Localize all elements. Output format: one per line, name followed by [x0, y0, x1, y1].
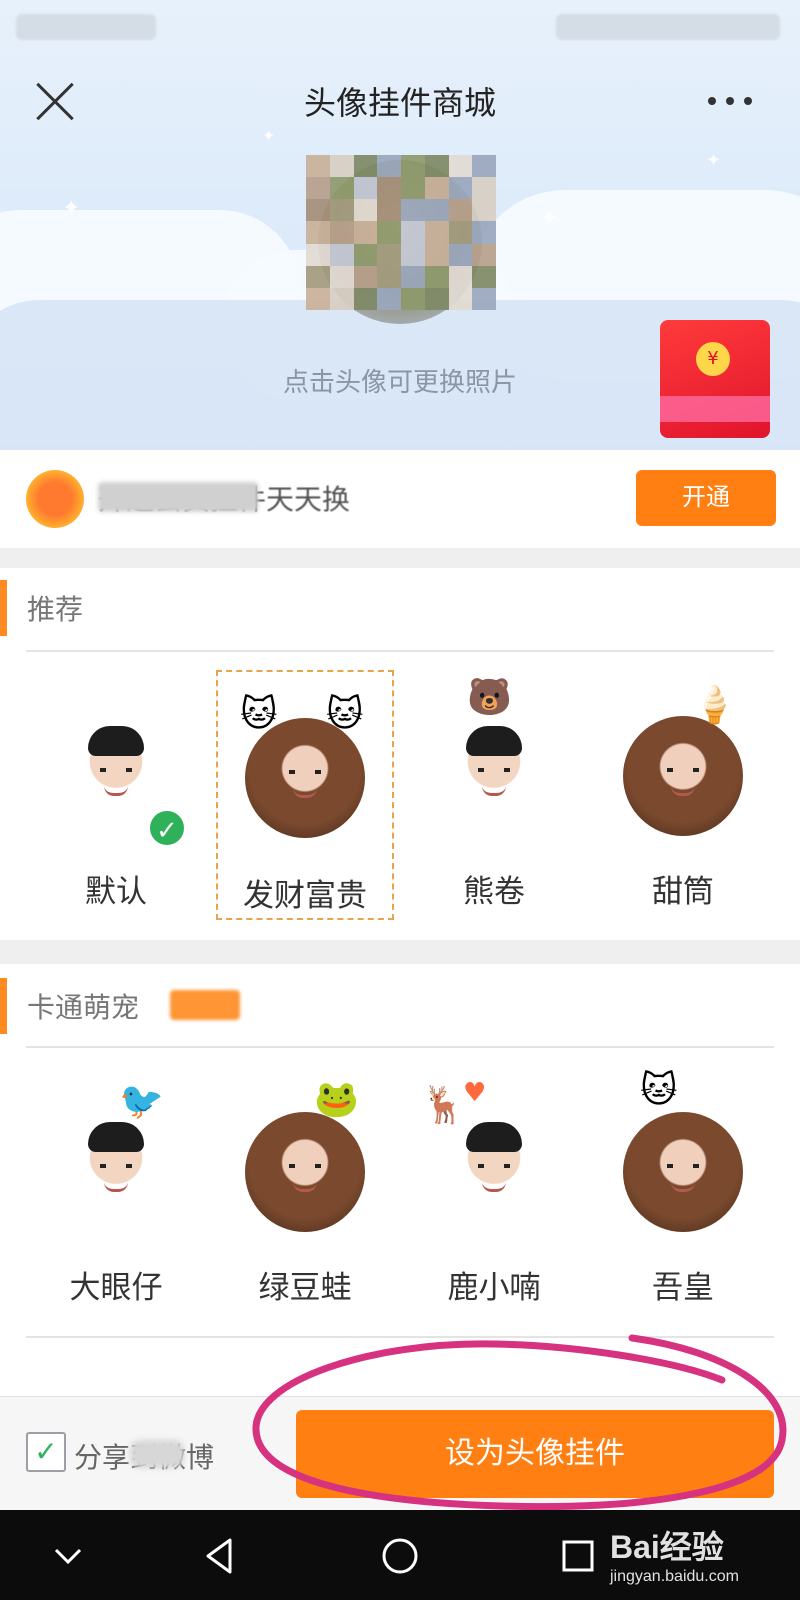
pendant-label: 绿豆蛙 [258, 1270, 352, 1306]
pendant-item[interactable]: 🍦 甜筒 [594, 668, 772, 918]
star-icon: ✦ [262, 126, 276, 145]
star-icon: ✦ [62, 196, 81, 221]
cat-pendant-icon: 🐱 [240, 694, 278, 735]
section-title: 推荐 [27, 593, 84, 626]
avatar [245, 1112, 365, 1232]
cat-pendant-icon: 🐱 [326, 694, 364, 735]
star-icon: ✦ [540, 206, 559, 231]
chevron-down-icon[interactable] [48, 1536, 88, 1576]
avatar [623, 1112, 743, 1232]
avatar [623, 716, 743, 836]
pendant-item[interactable]: 🐦 大眼仔 [27, 1064, 205, 1314]
section-title: 卡通萌宠 [27, 991, 140, 1024]
back-icon[interactable] [200, 1536, 240, 1576]
deer-pendant-icon: 🦌 [421, 1085, 466, 1126]
more-options-icon[interactable] [708, 86, 768, 116]
app-screen: ✦ ✦ ✦ ✦ 头像挂件商城 点击头像可更换照片 ¥ 开通会员挂件天天换 开通 … [0, 0, 800, 1600]
vip-open-button[interactable]: 开通 [636, 470, 776, 526]
pendant-label: 熊卷 [463, 874, 525, 910]
baidu-jingyan-watermark: Bai经验 jingyan.baidu.com [610, 1529, 739, 1585]
red-packet-icon[interactable]: ¥ [660, 320, 770, 438]
recent-apps-icon[interactable] [558, 1536, 598, 1576]
pendant-label: 吾皇 [652, 1270, 714, 1306]
pendant-label: 默认 [85, 874, 147, 910]
heart-icon: ♥ [463, 1078, 487, 1108]
pendant-item[interactable]: 🐻 熊卷 [405, 668, 583, 918]
pendant-label: 甜筒 [652, 874, 714, 910]
pendant-item[interactable]: ✓ 默认 [27, 668, 205, 918]
avatar [434, 1112, 554, 1232]
avatar [245, 718, 365, 838]
bear-pendant-icon: 🐻 [467, 677, 512, 718]
pendant-item[interactable]: 🦌 ♥ 鹿小喃 [405, 1064, 583, 1314]
vip-badge-icon [26, 470, 84, 528]
pendant-item[interactable]: 🐸 绿豆蛙 [216, 1064, 394, 1314]
pendant-label: 发财富贵 [243, 878, 367, 914]
status-bar [0, 0, 800, 54]
section-badge [170, 990, 240, 1020]
ice-cream-pendant-icon: 🍦 [692, 685, 737, 726]
applied-check-icon: ✓ [147, 808, 187, 848]
avatar [56, 1112, 176, 1232]
pendant-label: 鹿小喃 [447, 1270, 541, 1306]
set-pendant-button[interactable]: 设为头像挂件 [296, 1410, 774, 1498]
avatar [434, 716, 554, 836]
black-cat-pendant-icon: 🐱 [640, 1070, 678, 1111]
pendant-item[interactable]: 🐱 吾皇 [594, 1064, 772, 1314]
share-checkbox[interactable]: ✓ [26, 1432, 66, 1472]
page-title: 头像挂件商城 [303, 84, 496, 122]
star-icon: ✦ [706, 150, 722, 171]
pendant-label: 大眼仔 [69, 1270, 163, 1306]
pixelated-avatar-image[interactable] [306, 155, 496, 310]
frog-pendant-icon: 🐸 [314, 1079, 359, 1120]
home-icon[interactable] [380, 1536, 420, 1576]
red-bird-pendant-icon: 🐦 [119, 1081, 164, 1122]
pendant-item-selected[interactable]: 🐱 🐱 发财富贵 [216, 670, 394, 920]
